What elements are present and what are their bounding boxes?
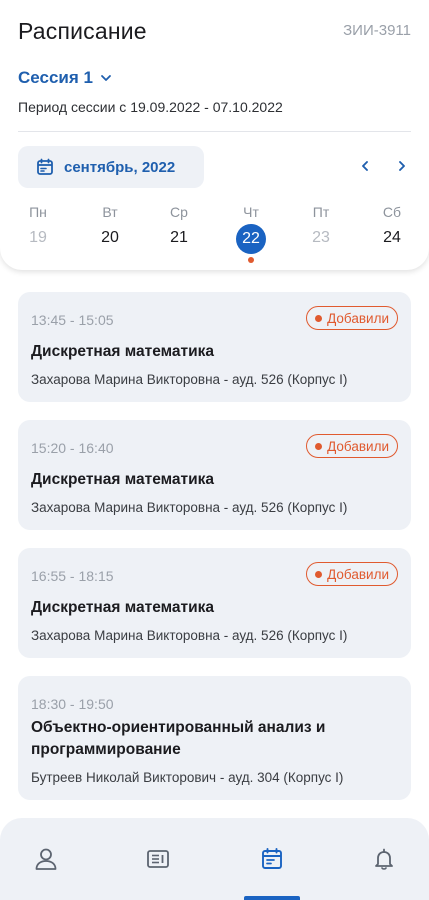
lesson-time: 18:30 - 19:50 — [31, 696, 114, 712]
badge-label: Добавили — [327, 310, 389, 326]
day-number: 22 — [236, 224, 266, 254]
next-week-button[interactable] — [392, 156, 412, 176]
nav-notifications[interactable] — [330, 818, 429, 900]
lesson-subject: Дискретная математика — [31, 343, 215, 360]
lesson-time: 15:20 - 16:40 — [31, 440, 114, 456]
lesson-teacher: Бутреев Николай Викторович - ауд. 304 (К… — [31, 770, 344, 785]
chevron-right-icon — [399, 161, 405, 171]
lesson-subject: Дискретная математика — [31, 471, 215, 488]
day-name: Ср — [170, 204, 188, 220]
divider — [18, 131, 411, 132]
month-label: сентябрь, 2022 — [64, 158, 176, 176]
lesson-card[interactable]: 13:45 - 15:05 Добавили Дискретная матема… — [18, 292, 411, 402]
session-period: Период сессии с 19.09.2022 - 07.10.2022 — [18, 99, 283, 115]
news-icon — [146, 850, 169, 868]
day-cell[interactable]: Вт 20 — [85, 200, 135, 247]
calendar-icon — [37, 158, 53, 175]
nav-profile[interactable] — [0, 818, 99, 900]
chevron-down-icon — [101, 75, 111, 81]
nav-schedule[interactable] — [218, 818, 325, 900]
day-name: Пн — [29, 204, 47, 220]
day-name: Чт — [243, 204, 259, 220]
day-number: 19 — [29, 229, 47, 246]
lesson-teacher: Захарова Марина Викторовна - ауд. 526 (К… — [31, 372, 348, 387]
prev-week-button[interactable] — [355, 156, 375, 176]
lesson-card[interactable]: 16:55 - 18:15 Добавили Дискретная матема… — [18, 548, 411, 658]
lesson-teacher: Захарова Марина Викторовна - ауд. 526 (К… — [31, 500, 348, 515]
badge-label: Добавили — [327, 566, 389, 582]
session-label: Сессия 1 — [18, 68, 93, 87]
lesson-time: 13:45 - 15:05 — [31, 312, 114, 328]
lesson-time: 16:55 - 18:15 — [31, 568, 114, 584]
status-badge: Добавили — [306, 306, 398, 330]
badge-dot — [315, 314, 323, 322]
day-number: 23 — [312, 229, 330, 246]
session-selector[interactable]: Сессия 1 — [18, 68, 113, 88]
events-dot — [248, 257, 254, 263]
bottom-navigation — [0, 818, 429, 900]
notifications-icon — [374, 848, 393, 870]
day-cell[interactable]: Пт 23 — [296, 200, 346, 247]
nav-news[interactable] — [104, 818, 211, 900]
schedule-icon — [261, 848, 282, 869]
month-picker-button[interactable]: сентябрь, 2022 — [18, 146, 204, 188]
status-badge: Добавили — [306, 434, 398, 458]
active-tab-indicator — [244, 896, 300, 900]
lesson-subject: Дискретная математика — [31, 599, 215, 616]
day-cell[interactable]: Пн 19 — [13, 200, 63, 247]
badge-dot — [315, 442, 323, 450]
lesson-card[interactable]: 18:30 - 19:50 Объектно-ориентированный а… — [18, 676, 411, 800]
badge-dot — [315, 570, 323, 578]
page-title: Расписание — [18, 18, 147, 44]
day-number: 20 — [101, 229, 119, 246]
day-cell[interactable]: Сб 24 — [367, 200, 417, 247]
lesson-teacher: Захарова Марина Викторовна - ауд. 526 (К… — [31, 628, 348, 643]
chevron-left-icon — [362, 161, 368, 171]
badge-label: Добавили — [327, 438, 389, 454]
day-number: 24 — [383, 229, 401, 246]
day-name: Сб — [382, 204, 402, 220]
lesson-subject: Объектно-ориентированный анализ и програ… — [31, 719, 326, 758]
day-cell[interactable]: Ср 21 — [154, 200, 204, 247]
schedule-header: Расписание ЗИИ-3911 Сессия 1 Период сесс… — [0, 0, 429, 270]
day-name: Пт — [312, 204, 330, 220]
profile-icon — [35, 848, 56, 870]
lesson-card[interactable]: 15:20 - 16:40 Добавили Дискретная матема… — [18, 420, 411, 530]
day-cell-selected[interactable]: Чт 22 — [226, 200, 276, 263]
group-code: ЗИИ-3911 — [343, 22, 411, 39]
status-badge: Добавили — [306, 562, 398, 586]
day-number: 21 — [170, 229, 188, 246]
day-name: Вт — [102, 204, 118, 220]
